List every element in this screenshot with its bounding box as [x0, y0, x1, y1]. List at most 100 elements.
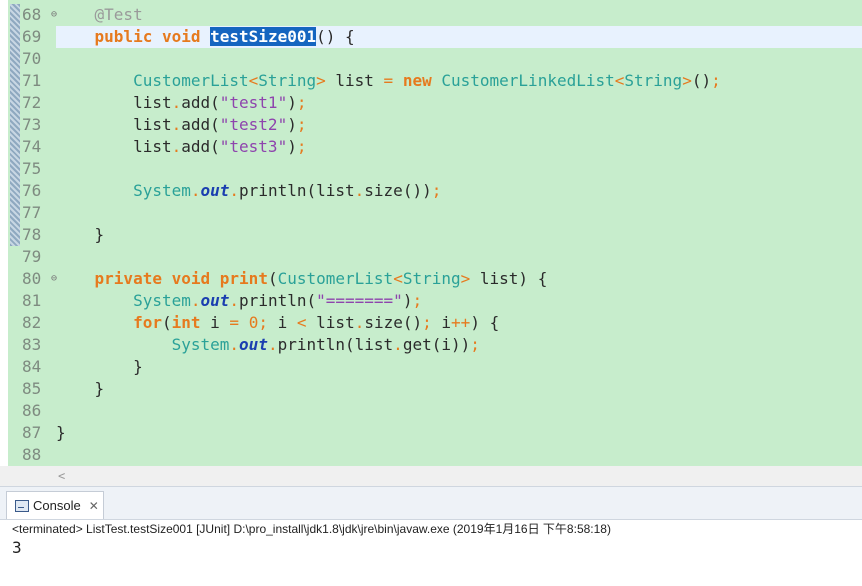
code-token: public	[94, 27, 153, 46]
code-line[interactable]: private void print(CustomerList<String> …	[56, 268, 548, 290]
editor-bottom-margin	[0, 466, 54, 486]
code-token: i	[200, 313, 230, 332]
code-token: print	[219, 269, 268, 288]
code-token: list	[56, 93, 172, 112]
code-token: size())	[364, 181, 432, 200]
code-token: .	[229, 181, 240, 200]
console-tab-bar: Console ✕	[0, 486, 862, 520]
tab-console[interactable]: Console ✕	[6, 491, 104, 519]
line-number: 85	[22, 379, 42, 398]
code-token: int	[171, 313, 201, 332]
line-number: 86	[22, 401, 42, 420]
horizontal-scrollbar[interactable]: <	[54, 466, 862, 486]
code-token: <	[296, 313, 307, 332]
code-token: System	[133, 181, 191, 200]
code-token: println(	[239, 291, 317, 310]
code-line[interactable]: }	[56, 378, 105, 400]
line-number: 83	[22, 335, 42, 354]
tab-console-label: Console	[33, 498, 81, 513]
code-token: CustomerLinkedList	[441, 71, 615, 90]
code-token: .	[354, 181, 365, 200]
code-token: .	[393, 335, 403, 354]
code-line[interactable]: list.add("test1");	[56, 92, 306, 114]
code-token: println(list	[277, 335, 394, 354]
code-token: ;	[296, 93, 307, 112]
code-token: i	[267, 313, 297, 332]
code-line[interactable]: }	[56, 224, 105, 246]
line-number: 77	[22, 203, 42, 222]
line-number: 88	[22, 445, 42, 464]
code-token: CustomerList	[277, 269, 394, 288]
code-token: void	[171, 269, 211, 288]
code-token: size()	[364, 313, 423, 332]
code-line[interactable]: System.out.println(list.get(i));	[56, 334, 480, 356]
code-token: list	[56, 137, 172, 156]
code-token: <	[614, 71, 625, 90]
scroll-left-arrow-icon[interactable]: <	[58, 466, 65, 486]
code-token: "test1"	[219, 93, 288, 112]
code-token: ;	[296, 115, 307, 134]
code-token: ;	[711, 71, 721, 90]
code-token: }	[56, 225, 105, 244]
code-line[interactable]: System.out.println("=======");	[56, 290, 422, 312]
code-token: }	[56, 379, 105, 398]
code-line[interactable]: }	[56, 422, 66, 444]
code-token: }	[56, 423, 66, 442]
line-number: 80	[22, 269, 42, 288]
code-token: @Test	[56, 5, 143, 24]
line-number: 68	[22, 5, 42, 24]
close-icon[interactable]: ✕	[89, 499, 99, 513]
code-line[interactable]: list.add("test2");	[56, 114, 306, 136]
line-number: 82	[22, 313, 42, 332]
code-token: out	[200, 181, 230, 200]
line-number: 70	[22, 49, 42, 68]
code-token: add(	[181, 115, 220, 134]
line-number: 87	[22, 423, 42, 442]
code-token: get(i))	[402, 335, 471, 354]
code-line[interactable]: CustomerList<String> list = new Customer…	[56, 70, 721, 92]
code-line[interactable]: for(int i = 0; i < list.size(); i++) {	[56, 312, 499, 334]
code-token: "test3"	[219, 137, 288, 156]
code-token: System	[133, 291, 191, 310]
code-editor[interactable]: 68 ⊖ 69 70 71 72 73 74 75 76 77 78 79 80 ⊖ 81 82 83 84 85 86…	[0, 0, 862, 466]
code-line[interactable]: System.out.println(list.size());	[56, 180, 441, 202]
line-number: 79	[22, 247, 42, 266]
code-token: "test2"	[219, 115, 288, 134]
console-status-line: <terminated> ListTest.testSize001 [JUnit…	[12, 522, 611, 536]
code-token: println(list	[239, 181, 355, 200]
code-line[interactable]: list.add("test3");	[56, 136, 306, 158]
line-number: 69	[22, 27, 42, 46]
code-area[interactable]: @Test public void testSize001() { Custom…	[56, 4, 862, 454]
line-number: 73	[22, 115, 42, 134]
code-token: out	[239, 335, 268, 354]
code-token: "======="	[316, 291, 403, 310]
code-token: .	[229, 291, 240, 310]
code-token: private	[94, 269, 162, 288]
code-token: <	[393, 269, 403, 288]
line-number: 74	[22, 137, 42, 156]
code-token: CustomerList	[133, 71, 249, 90]
code-line[interactable]: @Test	[56, 4, 143, 26]
console-output[interactable]: 3	[12, 538, 22, 557]
code-line[interactable]: public void testSize001() {	[56, 26, 355, 48]
code-token: ;	[258, 313, 268, 332]
line-number: 75	[22, 159, 42, 178]
code-token: .	[171, 137, 182, 156]
code-token: >	[460, 269, 471, 288]
code-token: ;	[431, 181, 442, 200]
editor-left-margin	[0, 0, 8, 466]
code-token: ;	[422, 313, 432, 332]
code-token: .	[267, 335, 278, 354]
code-token: ;	[296, 137, 307, 156]
code-line[interactable]: }	[56, 356, 143, 378]
code-token: for	[133, 313, 162, 332]
code-token: list	[325, 71, 384, 90]
